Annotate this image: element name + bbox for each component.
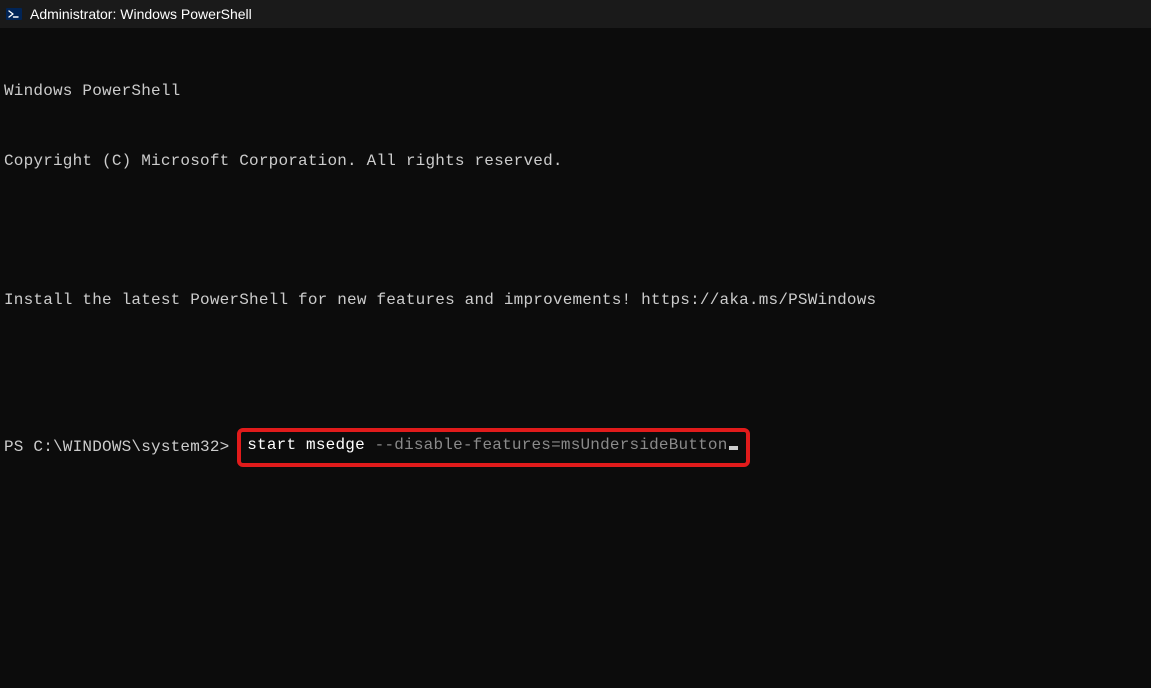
text-cursor [729,446,738,450]
blank-line [4,359,1147,382]
blank-line [4,220,1147,243]
command-highlight-annotation: start msedge --disable-features=msUnders… [237,428,749,467]
terminal-output[interactable]: Windows PowerShell Copyright (C) Microso… [0,28,1151,497]
prompt-prefix: PS C:\WINDOWS\system32> [4,436,239,459]
install-message: Install the latest PowerShell for new fe… [4,289,1147,312]
command-executable: start msedge [247,434,374,457]
window-titlebar[interactable]: Administrator: Windows PowerShell [0,0,1151,28]
command-arguments: --disable-features=msUndersideButton [375,434,728,457]
powershell-icon [6,6,22,22]
prompt-line: PS C:\WINDOWS\system32> start msedge --d… [4,428,1147,467]
banner-line-1: Windows PowerShell [4,80,1147,103]
banner-line-2: Copyright (C) Microsoft Corporation. All… [4,150,1147,173]
window-title: Administrator: Windows PowerShell [30,6,252,22]
